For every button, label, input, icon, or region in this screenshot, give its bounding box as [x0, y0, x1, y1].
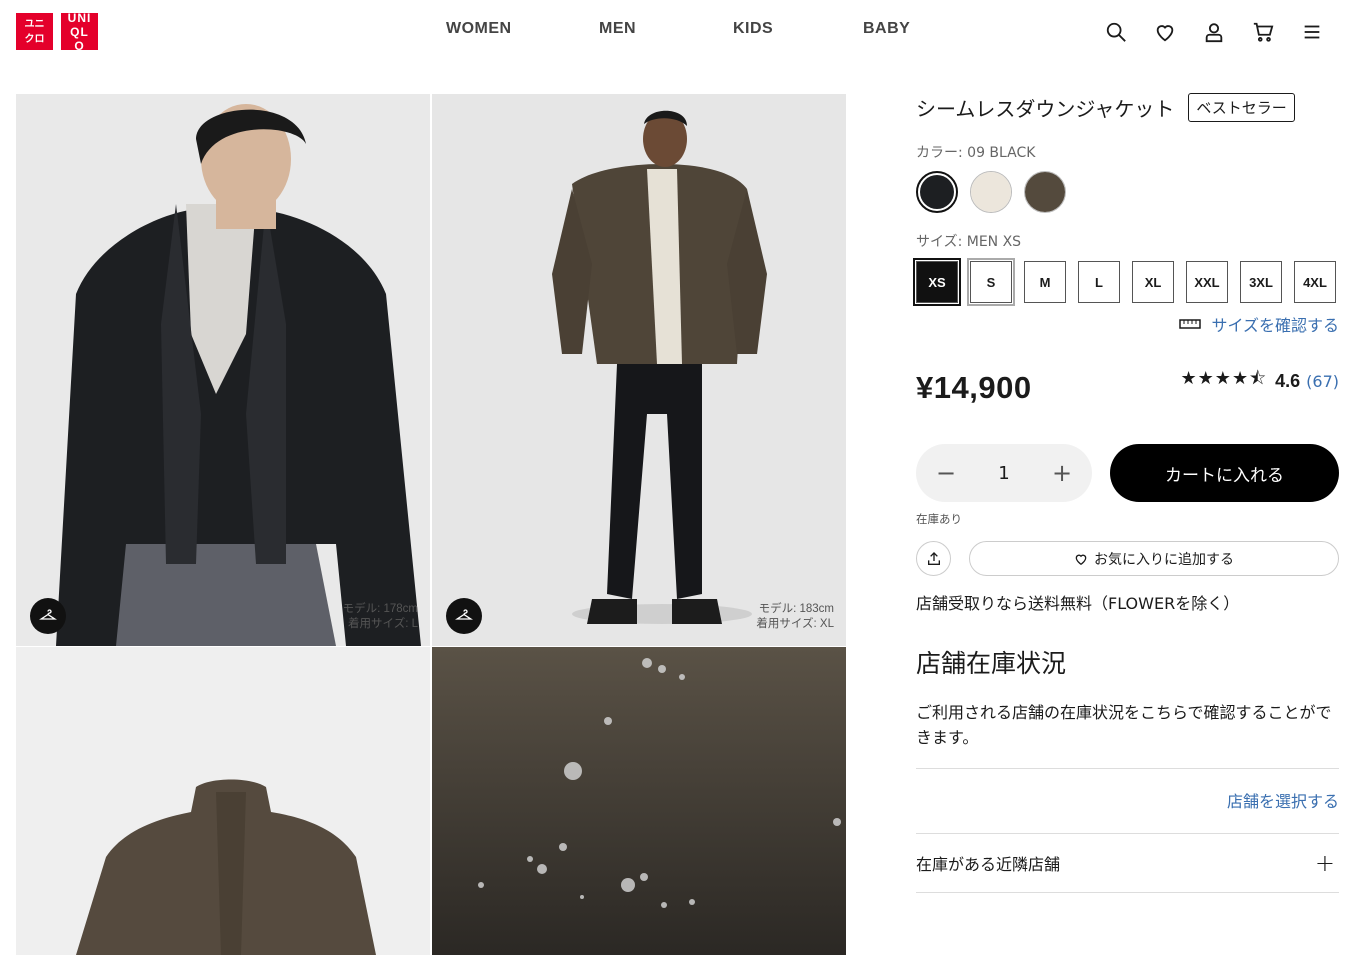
size-guide-label: サイズを確認する: [1211, 316, 1339, 335]
model-height: モデル: 178cm: [342, 603, 418, 615]
color-swatches: [916, 171, 1339, 213]
header-icons: [1104, 20, 1324, 44]
plus-icon[interactable]: +: [1052, 459, 1072, 487]
color-swatch-black[interactable]: [916, 171, 958, 213]
product-title: シームレスダウンジャケット: [916, 96, 1175, 121]
uniqlo-logo[interactable]: ユニクロ UNIQLO: [16, 10, 100, 53]
size-l[interactable]: L: [1078, 261, 1120, 303]
shipping-note: 店舗受取りなら送料無料（FLOWERを除く）: [916, 594, 1240, 613]
rating-count[interactable]: (67): [1306, 372, 1339, 391]
account-icon[interactable]: [1202, 20, 1226, 44]
model-height: モデル: 183cm: [758, 603, 834, 615]
size-xl[interactable]: XL: [1132, 261, 1174, 303]
nearby-stores-accordion[interactable]: 在庫がある近隣店舗 +: [916, 834, 1339, 892]
cart-row: − 1 + カートに入れる: [916, 444, 1339, 502]
share-icon[interactable]: [916, 541, 951, 576]
nav-kids[interactable]: KIDS: [733, 20, 863, 38]
stock-status: 在庫あり: [916, 512, 962, 526]
size-guide-link[interactable]: サイズを確認する: [916, 312, 1339, 336]
hanger-icon[interactable]: [446, 598, 482, 634]
product-image-black-model[interactable]: モデル: 178cm 着用サイズ: L: [16, 94, 430, 646]
logo-latin-block: UNIQLO: [61, 10, 98, 53]
quantity-value: 1: [998, 462, 1010, 484]
size-4xl[interactable]: 4XL: [1294, 261, 1336, 303]
nav-women[interactable]: WOMEN: [446, 20, 599, 38]
model-info: モデル: 178cm 着用サイズ: L: [343, 602, 418, 632]
color-label: カラー: 09 BLACK: [916, 145, 1036, 161]
heart-icon: [1075, 554, 1087, 565]
size-s[interactable]: S: [967, 258, 1015, 306]
swatch-fill: [971, 172, 1011, 212]
color-swatch-offwhite[interactable]: [970, 171, 1012, 213]
logo-katakana-text: ユニクロ: [24, 18, 45, 45]
rating-stars: ★★★★⯪: [1180, 368, 1268, 389]
color-swatch-olive[interactable]: [1024, 171, 1066, 213]
title-row: シームレスダウンジャケット ベストセラー: [916, 90, 1339, 124]
menu-icon[interactable]: [1300, 20, 1324, 44]
cart-icon[interactable]: [1251, 20, 1275, 44]
product-image-olive-model[interactable]: モデル: 183cm 着用サイズ: XL: [432, 94, 846, 646]
select-store-link[interactable]: 店舗を選択する: [916, 788, 1339, 812]
model-size: 着用サイズ: XL: [756, 618, 834, 630]
size-options: XS S M L XL XXL 3XL 4XL: [913, 258, 1339, 306]
nav-men[interactable]: MEN: [599, 20, 733, 38]
price: ¥14,900: [916, 370, 1032, 405]
price-row: ¥14,900 ★★★★⯪ 4.6 (67): [916, 366, 1339, 406]
water-droplets-illustration: [432, 647, 846, 955]
heart-icon[interactable]: [1153, 20, 1177, 44]
size-3xl[interactable]: 3XL: [1240, 261, 1282, 303]
site-header: ユニクロ UNIQLO WOMEN MEN KIDS BABY: [0, 0, 1364, 64]
favorite-label: お気に入りに追加する: [1094, 551, 1234, 568]
hanger-icon[interactable]: [30, 598, 66, 634]
store-stock-description: ご利用される店舗の在庫状況をこちらで確認することができます。: [916, 703, 1332, 747]
size-m[interactable]: M: [1024, 261, 1066, 303]
store-stock-title: 店舗在庫状況: [916, 649, 1067, 678]
search-icon[interactable]: [1104, 20, 1128, 44]
product-panel: シームレスダウンジャケット ベストセラー カラー: 09 BLACK サイズ: …: [913, 90, 1339, 893]
divider: [916, 892, 1339, 893]
rating[interactable]: ★★★★⯪ 4.6 (67): [1181, 366, 1339, 396]
product-image-olive-flat[interactable]: [16, 647, 430, 955]
swatch-fill: [920, 175, 954, 209]
olive-jacket-flat-illustration: [16, 647, 430, 955]
swatch-fill: [1025, 172, 1065, 212]
favorite-row: お気に入りに追加する: [916, 541, 1339, 576]
divider: [916, 768, 1339, 769]
main-nav: WOMEN MEN KIDS BABY: [446, 20, 943, 38]
minus-icon[interactable]: −: [936, 459, 956, 487]
plus-icon: +: [1314, 849, 1335, 877]
quantity-stepper: − 1 +: [916, 444, 1092, 502]
model-info: モデル: 183cm 着用サイズ: XL: [756, 602, 834, 632]
add-to-cart-button[interactable]: カートに入れる: [1110, 444, 1339, 502]
bestseller-badge: ベストセラー: [1188, 92, 1295, 122]
size-xxl[interactable]: XXL: [1186, 261, 1228, 303]
nav-baby[interactable]: BABY: [863, 20, 943, 38]
product-image-water-repellent-detail[interactable]: [432, 647, 846, 955]
logo-katakana-block: ユニクロ: [16, 13, 53, 50]
size-label: サイズ: MEN XS: [916, 234, 1022, 250]
olive-jacket-illustration: [432, 94, 846, 646]
size-xs[interactable]: XS: [913, 258, 961, 306]
ruler-icon: [1179, 319, 1202, 329]
add-to-favorites-button[interactable]: お気に入りに追加する: [969, 541, 1339, 576]
model-size: 着用サイズ: L: [348, 618, 418, 630]
rating-value: 4.6: [1275, 370, 1301, 391]
product-gallery: モデル: 178cm 着用サイズ: L モデル: 183cm 着用サイズ: XL: [16, 94, 846, 955]
logo-latin-text: UNIQLO: [67, 10, 92, 53]
nearby-stores-label: 在庫がある近隣店舗: [916, 855, 1061, 874]
black-jacket-illustration: [16, 94, 430, 646]
